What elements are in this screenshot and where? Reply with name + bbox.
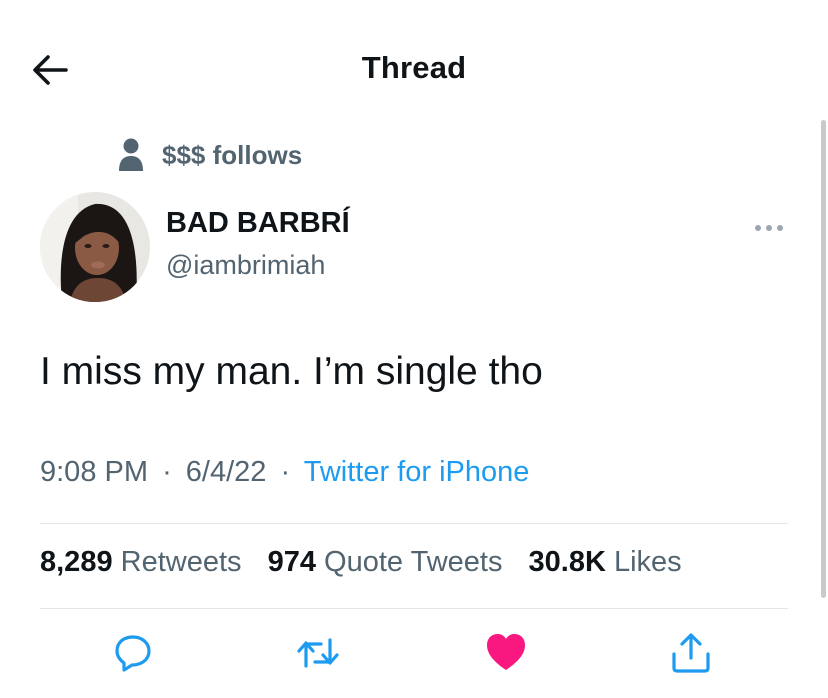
reply-button[interactable] (110, 630, 156, 676)
likes-stat[interactable]: 30.8K Likes (529, 546, 682, 578)
tweet-meta: 9:08 PM · 6/4/22 · Twitter for iPhone (40, 456, 529, 489)
heart-filled-icon (487, 634, 525, 670)
more-button[interactable] (752, 218, 786, 238)
action-bar (0, 630, 828, 680)
quote-tweets-label: Quote Tweets (324, 546, 503, 578)
scrollbar[interactable] (821, 120, 826, 598)
retweets-stat[interactable]: 8,289 Retweets (40, 546, 242, 578)
retweets-count: 8,289 (40, 546, 113, 578)
tweet-date[interactable]: 6/4/22 (186, 456, 267, 488)
tweet-stats: 8,289 Retweets 974 Quote Tweets 30.8K Li… (40, 546, 700, 579)
share-icon (672, 633, 710, 673)
retweet-icon (297, 638, 339, 668)
meta-separator: · (162, 456, 172, 488)
avatar[interactable] (40, 192, 150, 302)
quote-tweets-stat[interactable]: 974 Quote Tweets (268, 546, 503, 578)
reply-icon (115, 635, 151, 672)
like-button[interactable] (483, 630, 529, 676)
social-context-label: $$$ follows (162, 139, 303, 170)
retweet-button[interactable] (295, 630, 341, 676)
meta-separator: · (280, 456, 291, 488)
person-icon (119, 138, 143, 171)
tweet-time[interactable]: 9:08 PM (40, 456, 148, 488)
quote-tweets-count: 974 (267, 546, 316, 578)
share-button[interactable] (668, 630, 714, 676)
retweets-label: Retweets (120, 546, 242, 578)
likes-count: 30.8K (528, 546, 606, 578)
tweet-text: I miss my man. I’m single tho (40, 350, 543, 393)
social-context[interactable]: $$$ follows (118, 135, 302, 175)
author-handle[interactable]: @iambrimiah (166, 250, 325, 281)
page-title: Thread (361, 50, 467, 85)
divider (40, 523, 788, 524)
tweet-source-link[interactable]: Twitter for iPhone (304, 456, 530, 488)
author-name[interactable]: BAD BARBRÍ (166, 207, 350, 240)
likes-label: Likes (613, 546, 682, 578)
divider (40, 608, 788, 609)
top-bar: Thread (0, 0, 828, 140)
more-horizontal-icon (755, 225, 783, 231)
